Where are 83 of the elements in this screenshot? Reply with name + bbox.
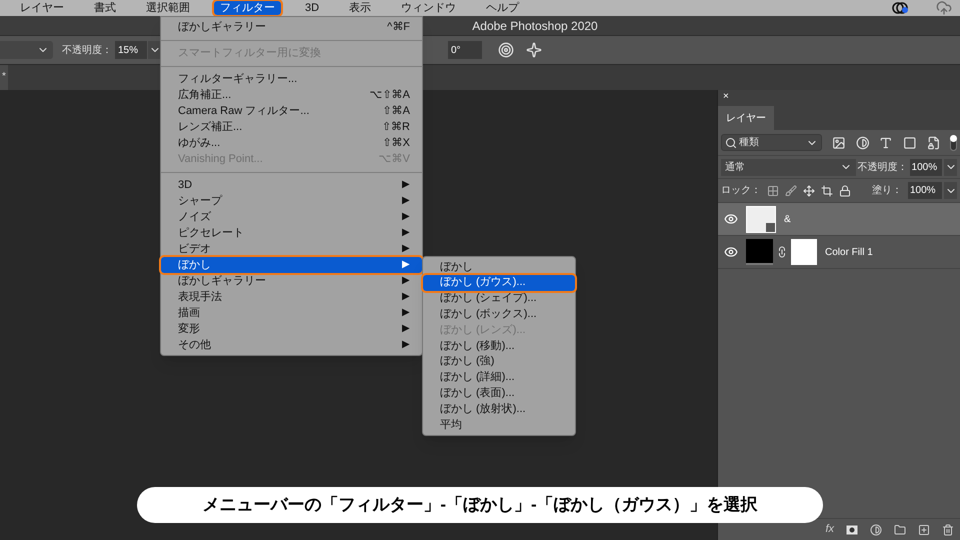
menu-bar-item[interactable]: 表示 xyxy=(343,1,378,15)
menu-bar-item[interactable]: 選択範囲 xyxy=(140,1,196,15)
fill-dropdown[interactable] xyxy=(944,182,957,199)
brush-icon[interactable] xyxy=(785,184,797,196)
eye-icon[interactable] xyxy=(724,245,738,259)
menu-item[interactable]: ぼかし (移動)... xyxy=(423,338,575,354)
half-circle-icon[interactable] xyxy=(870,524,882,536)
move-icon[interactable] xyxy=(803,184,815,196)
filter-toggle[interactable] xyxy=(950,134,958,150)
menu-item[interactable]: ぼかしギャラリー ▶ xyxy=(161,273,422,289)
opacity-dropdown[interactable] xyxy=(944,158,957,176)
layer-row[interactable]: Color Fill 1 xyxy=(718,236,960,269)
opacity-label: 不透明度： xyxy=(858,160,908,174)
menu-item[interactable]: フィルターギャラリー... xyxy=(161,71,422,87)
menu-bar-item[interactable]: フィルター xyxy=(214,1,281,15)
cloud-upload-icon[interactable] xyxy=(936,0,952,16)
menu-item[interactable]: 表現手法 ▶ xyxy=(161,289,422,305)
menu-bar-item[interactable]: ウィンドウ xyxy=(395,1,462,15)
menu-item[interactable]: ぼかし (放射状)... xyxy=(423,401,575,417)
menu-item[interactable]: ぼかし (強) xyxy=(423,354,575,370)
menu-item[interactable]: Camera Raw フィルター... ⇧⌘A xyxy=(161,103,422,119)
menu-item[interactable]: ぼかし (表面)... xyxy=(423,385,575,402)
lock-icon[interactable] xyxy=(839,184,851,196)
menu-bar-item[interactable]: レイヤー xyxy=(14,1,70,15)
menu-bar-item[interactable]: ヘルプ xyxy=(480,1,526,15)
layer-name: & xyxy=(784,212,791,226)
menu-item[interactable]: シャープ ▶ xyxy=(161,193,422,209)
menu-item[interactable]: レンズ補正... ⇧⌘R xyxy=(161,119,422,135)
half-circle-icon[interactable] xyxy=(856,136,870,150)
opacity-label: 不透明度： xyxy=(62,44,112,58)
menu-item[interactable]: 広角補正... ⌥⇧⌘A xyxy=(161,87,422,103)
target-icon[interactable] xyxy=(498,42,514,58)
angle-field[interactable]: 0° xyxy=(448,41,482,59)
folder-icon[interactable] xyxy=(894,524,906,536)
layer-row[interactable]: & xyxy=(718,203,960,236)
menu-item[interactable]: 描画 ▶ xyxy=(161,305,422,321)
layers-tab[interactable]: レイヤー xyxy=(718,106,774,130)
mask-icon[interactable] xyxy=(846,524,858,534)
caption-banner: メニューバーの「フィルター」-「ぼかし」-「ぼかし（ガウス）」を選択 xyxy=(137,487,823,523)
menu-item[interactable]: ゆがみ... ⇧⌘X xyxy=(161,135,422,151)
shape-icon[interactable] xyxy=(902,136,917,150)
menu-item[interactable]: 3D ▶ xyxy=(161,177,422,193)
sparkle-icon[interactable] xyxy=(526,42,542,58)
menu-item[interactable]: ピクセレート ▶ xyxy=(161,225,422,241)
menu-item[interactable]: ぼかし (ボックス)... xyxy=(423,306,575,322)
menu-item[interactable]: ぼかしギャラリー ^⌘F xyxy=(161,19,422,35)
lock-label: ロック： xyxy=(721,184,761,198)
crop-icon[interactable] xyxy=(821,184,833,196)
link-icon[interactable] xyxy=(776,246,788,258)
menu-item[interactable]: ぼかし (詳細)... xyxy=(423,370,575,386)
opacity-field[interactable]: 15% xyxy=(115,41,147,59)
document-lock-icon[interactable] xyxy=(926,136,940,150)
new-layer-icon[interactable] xyxy=(918,524,930,536)
search-icon xyxy=(725,136,737,148)
menu-item[interactable]: ぼかし (シェイプ)... xyxy=(423,290,575,306)
eye-icon[interactable] xyxy=(724,212,738,226)
fx-button[interactable]: fx xyxy=(825,521,834,538)
menu-bar-item[interactable]: 書式 xyxy=(88,1,122,15)
menu-item[interactable]: ぼかし ▶ xyxy=(161,257,422,273)
document-tab[interactable]: * xyxy=(0,65,8,90)
close-button[interactable]: × xyxy=(723,92,729,102)
layer-name: Color Fill 1 xyxy=(825,246,873,260)
trash-icon[interactable] xyxy=(942,524,954,536)
layer-filter-dropdown[interactable]: 種類 xyxy=(721,134,822,151)
menu-item[interactable]: ぼかし xyxy=(423,259,575,275)
menu-item[interactable]: 変形 ▶ xyxy=(161,321,422,337)
window-title: Adobe Photoshop 2020 xyxy=(472,18,598,34)
image-icon[interactable] xyxy=(832,136,846,150)
menu-bar-item[interactable]: 3D xyxy=(299,1,326,15)
menu-item[interactable]: ノイズ ▶ xyxy=(161,209,422,225)
opacity-dropdown[interactable] xyxy=(148,41,161,59)
menu-item[interactable]: その他 ▶ xyxy=(161,337,422,353)
blend-mode-dropdown[interactable]: 通常 xyxy=(721,158,856,176)
grid-icon[interactable] xyxy=(767,184,779,196)
overlapping-circles-icon[interactable] xyxy=(892,2,910,14)
fill-field[interactable]: 100% xyxy=(908,182,942,199)
menu-item[interactable]: ぼかし (ガウス)... xyxy=(423,274,575,291)
menu-item[interactable]: ビデオ ▶ xyxy=(161,241,422,257)
fill-label: 塗り： xyxy=(872,184,902,198)
mask-thumbnail xyxy=(791,239,817,265)
type-icon[interactable] xyxy=(879,136,893,150)
opacity-field[interactable]: 100% xyxy=(910,158,942,176)
menu-item[interactable]: 平均 xyxy=(423,416,575,433)
